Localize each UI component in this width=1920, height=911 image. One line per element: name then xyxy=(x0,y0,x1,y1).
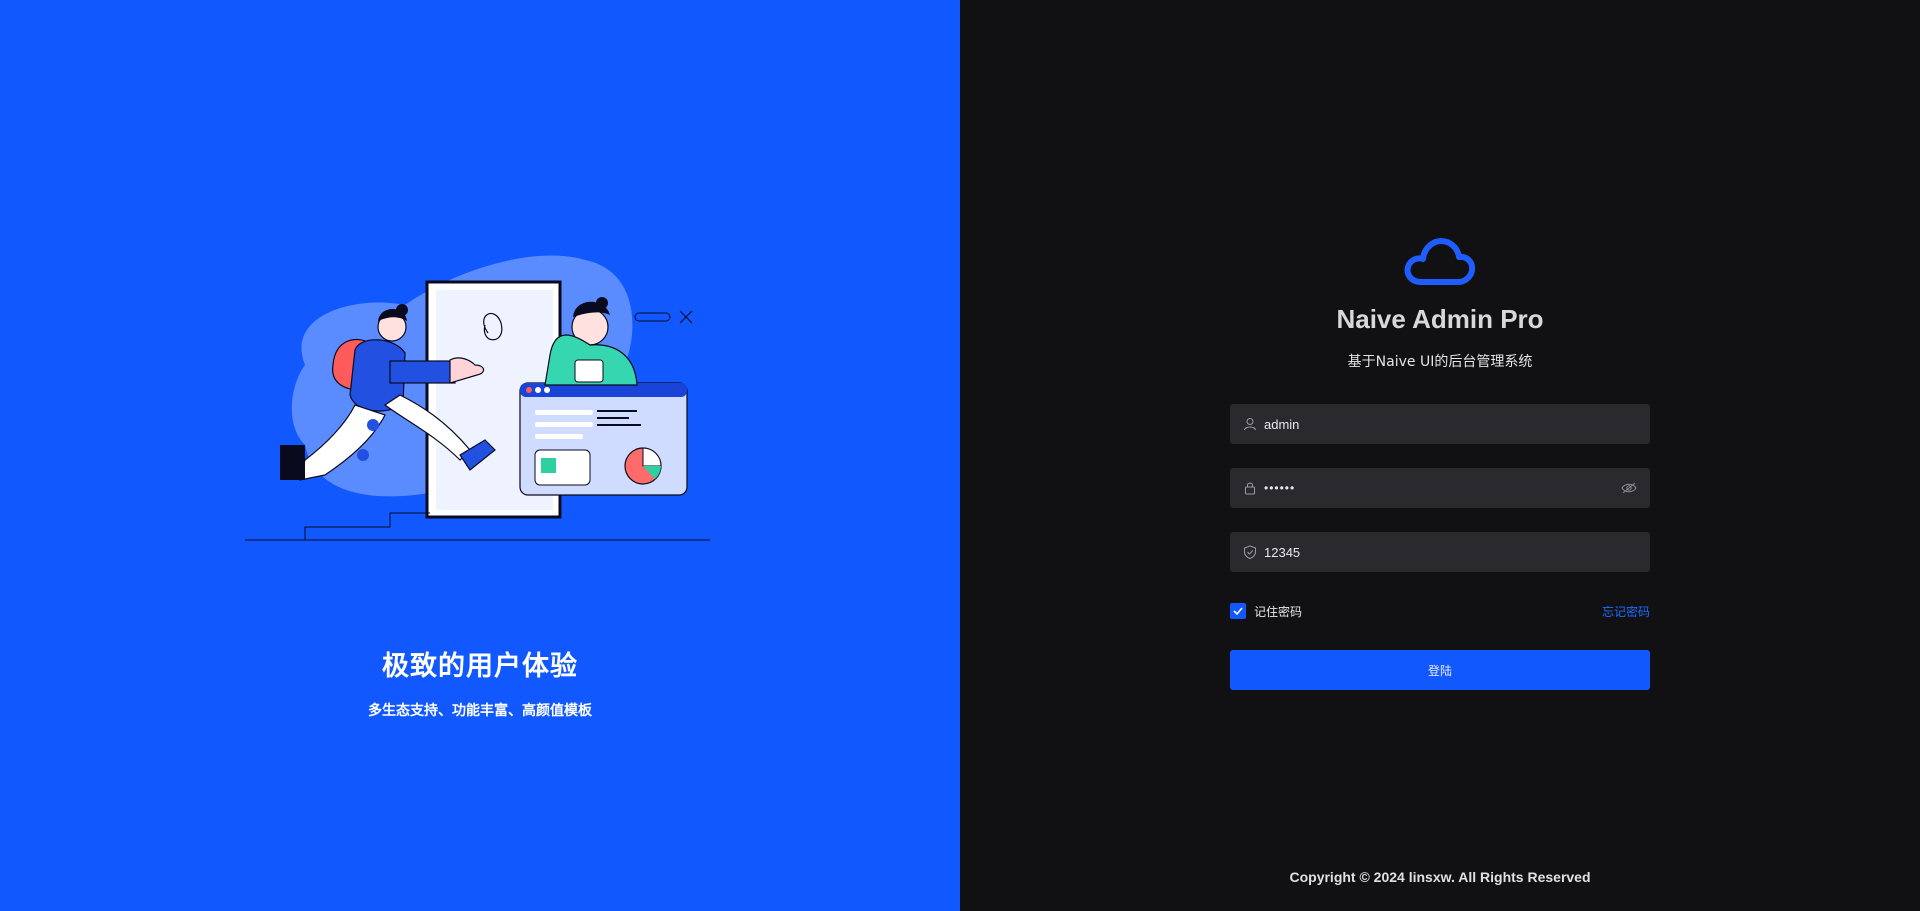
password-field[interactable]: •••••• xyxy=(1230,468,1650,508)
captcha-value: 12345 xyxy=(1264,544,1301,560)
copyright: Copyright © 2024 linsxw. All Rights Rese… xyxy=(1289,869,1591,885)
remember-row: 记住密码 忘记密码 xyxy=(1230,602,1650,620)
forgot-password-link[interactable]: 忘记密码 xyxy=(1602,603,1650,620)
captcha-field[interactable]: 12345 xyxy=(1230,532,1650,572)
hero-subheadline: 多生态支持、功能丰富、高颜值模板 xyxy=(368,703,592,719)
username-value: admin xyxy=(1264,416,1300,432)
user-icon xyxy=(1242,416,1258,432)
password-value: •••••• xyxy=(1264,481,1296,495)
shield-icon xyxy=(1242,544,1258,560)
lock-icon xyxy=(1242,480,1258,496)
hero-illustration xyxy=(245,255,710,541)
cloud-icon xyxy=(1404,238,1476,285)
app-subtitle: 基于Naive UI的后台管理系统 xyxy=(1347,354,1533,370)
username-field[interactable]: admin xyxy=(1230,404,1650,444)
app-title: Naive Admin Pro xyxy=(1336,304,1544,334)
login-button[interactable]: 登陆 xyxy=(1230,650,1650,690)
check-icon xyxy=(1233,607,1243,616)
login-panel: Naive Admin Pro 基于Naive UI的后台管理系统 admin … xyxy=(960,0,1920,911)
hero-headline: 极致的用户体验 xyxy=(382,651,578,682)
remember-checkbox[interactable] xyxy=(1230,603,1246,619)
left-panel: 极致的用户体验 多生态支持、功能丰富、高颜值模板 xyxy=(0,0,960,911)
eye-icon[interactable] xyxy=(1620,480,1638,496)
remember-label[interactable]: 记住密码 xyxy=(1254,603,1302,620)
